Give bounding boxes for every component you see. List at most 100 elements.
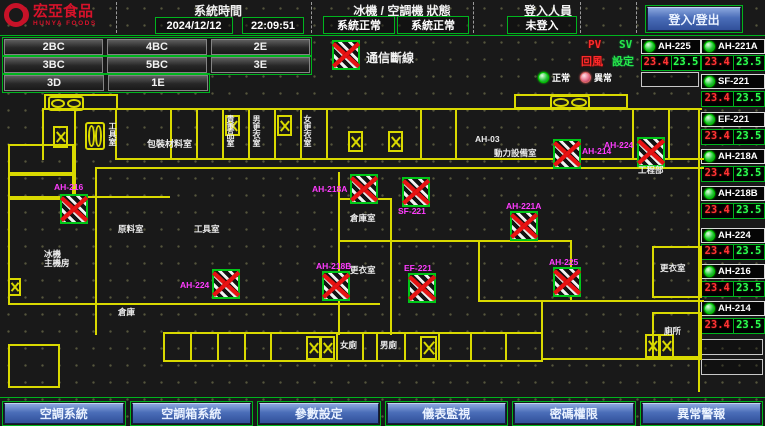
footer-slot: 密碼權限 [512,401,636,426]
footer-slot: 空調箱系統 [130,401,254,426]
shaft-icon [306,336,321,360]
equipment-fault-icon[interactable] [553,267,581,297]
floor-button-2bc[interactable]: 2BC [4,39,103,55]
map-wall [668,108,670,160]
nav-abnormal-alarm-button[interactable]: 異常警報 [642,403,762,424]
shaft-icon [8,278,21,296]
stairs-icon [85,122,105,150]
unit-ah-218b[interactable]: AH-218B [701,186,765,201]
footer-slot: 空調系統 [2,401,126,426]
sv-value: 23.5 [734,92,765,106]
floor-button-3d[interactable]: 3D [4,75,104,91]
shaft-icon [420,336,437,360]
map-wall [470,332,472,362]
normal-led-icon [538,72,549,83]
map-wall [478,240,480,302]
unit-ah-216[interactable]: AH-216 [701,264,765,279]
unit-ah-218a[interactable]: AH-218A [701,149,765,164]
pv-value: 23.4 [702,92,734,106]
equipment-fault-icon[interactable] [350,174,378,204]
map-wall [652,312,702,358]
equipment-fault-icon[interactable] [637,137,665,167]
unit-name: AH-225 [658,41,691,52]
map-wall [632,108,634,160]
map-wall [420,108,422,160]
floor-button-row-3: 3D 1E [2,73,210,93]
nav-ac-system-button[interactable]: 空調系統 [4,403,124,424]
sv-value: 23.5 [734,167,765,181]
unit-name: AH-218A [718,151,758,162]
map-wall [190,332,192,362]
floor-button-3e[interactable]: 3E [211,57,310,73]
map-wall [115,108,117,160]
unit-sf-221[interactable]: SF-221 [701,74,765,89]
map-wall [42,108,702,110]
nav-password-authority-button[interactable]: 密碼權限 [514,403,634,424]
equipment-fault-icon[interactable] [553,139,581,169]
map-wall [8,196,170,198]
equipment-label: EF-221 [404,263,432,273]
unit-status-led [644,41,655,52]
system-date-value: 2024/12/12 [155,17,233,34]
equipment-fault-icon[interactable] [408,273,436,303]
nav-parameter-settings-button[interactable]: 參數設定 [259,403,379,424]
map-wall [248,108,250,160]
map-wall [390,198,392,335]
map-wall [404,332,406,362]
sv-value: 23.5 [734,282,765,296]
unit-ah-221a[interactable]: AH-221A [701,39,765,54]
map-wall [652,246,702,298]
map-wall [115,158,704,160]
equipment-fault-icon[interactable] [510,211,538,241]
floor-button-5bc[interactable]: 5BC [107,57,206,73]
equipment-fault-icon[interactable] [322,271,350,301]
sv-value: 23.5 [734,56,765,70]
header-separator-line [0,35,765,36]
map-wall [478,300,704,302]
room-label: 工具室 [108,122,117,156]
sv-header: SV [619,38,632,51]
sv-value: 23.5 [672,56,701,70]
room-label: 女廁 [340,341,357,350]
login-logout-button[interactable]: 登入/登出 [647,7,741,31]
equipment-fault-icon[interactable] [402,177,430,207]
room-label: 工程部 [638,166,664,175]
floor-button-4bc[interactable]: 4BC [107,39,206,55]
equipment-label: AH-218B [316,261,351,271]
equipment-label: AH-225 [549,257,578,267]
equipment-label: AH-224 [604,140,633,150]
unit-ah-214[interactable]: AH-214 [701,301,765,316]
map-wall [376,332,378,362]
map-wall [541,332,543,362]
map-wall [163,332,543,334]
floor-button-1e[interactable]: 1E [108,75,208,91]
logo-title: 宏亞食品 [33,4,97,20]
floor-button-3bc[interactable]: 3BC [4,57,103,73]
sv-value: 23.5 [734,319,765,333]
pv-value: 23.4 [702,56,734,70]
map-wall [390,240,572,242]
unit-ah-216-values: 23.423.5 [701,281,765,297]
room-label: 女更衣室 [303,115,312,157]
unit-ah-225[interactable]: AH-225 [641,39,701,54]
legend-abnormal-label: 異常 [594,71,612,84]
map-wall [270,332,272,362]
map-wall [326,108,328,160]
shaft-icon [645,334,660,358]
login-button-frame: 登入/登出 [645,5,743,33]
logo: 宏亞食品 HUNYA FOODS [4,3,97,27]
shaft-icon [320,336,335,360]
floor-button-2e[interactable]: 2E [211,39,310,55]
nav-meter-monitor-button[interactable]: 儀表監視 [387,403,507,424]
map-wall [8,174,74,200]
equipment-fault-icon[interactable] [60,194,88,224]
equipment-fault-icon[interactable] [212,269,240,299]
unit-ef-221[interactable]: EF-221 [701,112,765,127]
unit-ah-224[interactable]: AH-224 [701,228,765,243]
map-wall [274,108,276,160]
nav-ahu-system-button[interactable]: 空調箱系統 [132,403,252,424]
map-wall [42,108,44,160]
map-wall [8,344,60,388]
unit-name: AH-218B [718,188,758,199]
map-wall [438,332,440,362]
